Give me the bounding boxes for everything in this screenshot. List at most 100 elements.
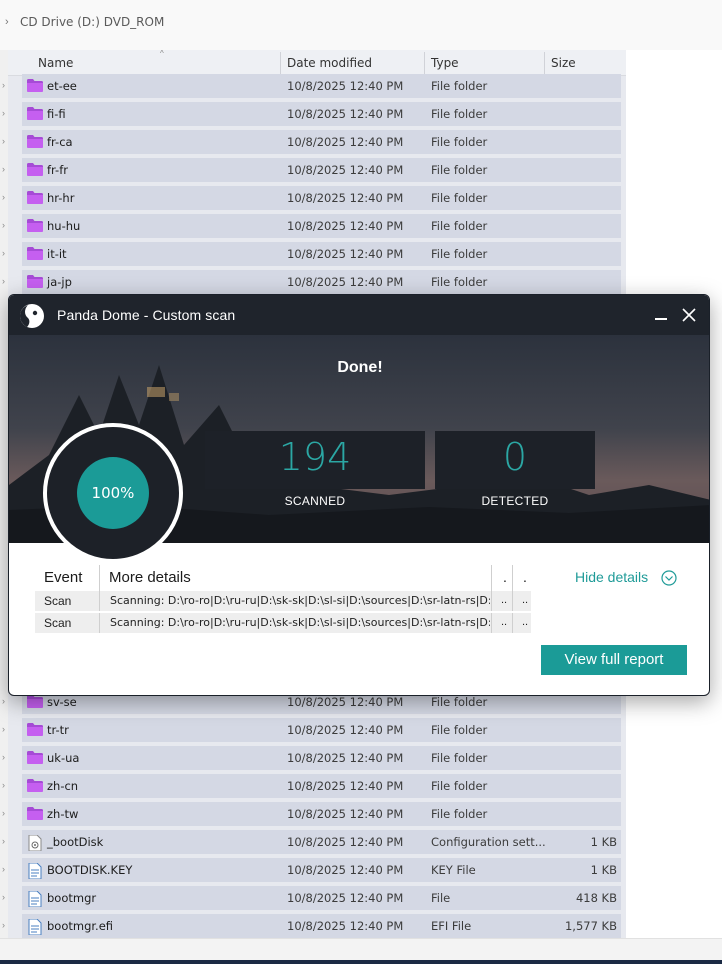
details-header-event: Event [44,569,83,586]
file-icon [27,890,43,908]
column-size[interactable]: Size [551,56,576,70]
file-size: 1 KB [590,835,617,849]
details-column-divider [512,591,513,611]
file-type: File [431,891,451,905]
file-row[interactable]: zh-cn 10/8/2025 12:40 PM File folder [22,774,621,798]
expand-chevron-icon[interactable]: › [2,892,5,902]
details-column-divider[interactable] [491,565,492,593]
details-row[interactable]: Scan Scanning: D:\ro-ro|D:\ru-ru|D:\sk-s… [35,613,531,633]
file-row[interactable]: uk-ua 10/8/2025 12:40 PM File folder [22,746,621,770]
details-column-divider[interactable] [512,565,513,593]
folder-icon [27,107,43,120]
column-name[interactable]: Name [38,56,73,70]
column-date-modified[interactable]: Date modified [287,56,372,70]
file-row[interactable]: _bootDisk 10/8/2025 12:40 PM Configuration… [22,830,621,854]
file-row[interactable]: tr-tr 10/8/2025 12:40 PM File folder [22,718,621,742]
file-type: File folder [431,695,488,709]
details-column-divider [512,613,513,633]
expand-chevron-icon[interactable]: › [2,108,5,118]
folder-icon [27,135,43,148]
details-header-more: More details [109,569,191,586]
expand-chevron-icon[interactable]: › [2,248,5,258]
file-type: File folder [431,191,488,205]
view-full-report-button[interactable]: View full report [541,645,687,675]
file-row[interactable]: bootmgr 10/8/2025 12:40 PM File 418 KB [22,886,621,910]
file-size: 1,577 KB [564,919,617,933]
file-name: bootmgr [47,891,97,905]
expand-chevron-icon[interactable]: › [2,920,5,930]
file-date: 10/8/2025 12:40 PM [287,863,404,877]
details-header-col4: . [523,569,527,585]
file-type: File folder [431,751,488,765]
column-divider[interactable] [424,52,425,76]
file-date: 10/8/2025 12:40 PM [287,163,404,177]
file-row[interactable]: et-ee 10/8/2025 12:40 PM File folder [22,74,621,98]
close-icon[interactable] [679,305,699,325]
expand-chevron-icon[interactable]: › [2,164,5,174]
file-row[interactable]: fi-fi 10/8/2025 12:40 PM File folder [22,102,621,126]
file-row[interactable]: BOOTDISK.KEY 10/8/2025 12:40 PM KEY File 1 … [22,858,621,882]
expand-chevron-icon[interactable]: › [2,780,5,790]
file-name: et-ee [47,79,77,93]
column-type[interactable]: Type [431,56,459,70]
column-divider[interactable] [280,52,281,76]
hide-details-link[interactable]: Hide details [575,569,648,585]
folder-icon [27,779,43,792]
expand-chevron-icon[interactable]: › [2,192,5,202]
file-type: File folder [431,219,488,233]
progress-indicator: 100% [77,457,149,529]
file-row[interactable]: bootmgr.efi 10/8/2025 12:40 PM EFI File 1,5… [22,914,621,938]
column-divider[interactable] [544,52,545,76]
expand-chevron-icon[interactable]: › [2,808,5,818]
expand-chevron-icon[interactable]: › [2,136,5,146]
file-type: File folder [431,275,488,289]
expand-chevron-icon[interactable]: › [2,220,5,230]
expand-chevron-icon[interactable]: › [2,836,5,846]
file-type: File folder [431,107,488,121]
folder-icon [27,695,43,708]
file-name: sv-se [47,695,77,709]
file-row[interactable]: fr-fr 10/8/2025 12:40 PM File folder [22,158,621,182]
file-row[interactable]: ja-jp 10/8/2025 12:40 PM File folder [22,270,621,294]
folder-icon [27,751,43,764]
file-row[interactable]: it-it 10/8/2025 12:40 PM File folder [22,242,621,266]
file-type: EFI File [431,919,472,933]
title-bar[interactable]: Panda Dome - Custom scan [9,295,709,335]
file-type: File folder [431,723,488,737]
breadcrumb: CD Drive (D:) DVD_ROM [20,15,165,29]
file-type: File folder [431,807,488,821]
details-column-divider [99,591,100,611]
details-row[interactable]: Scan Scanning: D:\ro-ro|D:\ru-ru|D:\sk-s… [35,591,531,611]
file-row[interactable]: zh-tw 10/8/2025 12:40 PM File folder [22,802,621,826]
details-column-divider [491,591,492,611]
file-row[interactable]: fr-ca 10/8/2025 12:40 PM File folder [22,130,621,154]
file-name: zh-tw [47,807,79,821]
file-row[interactable]: hu-hu 10/8/2025 12:40 PM File folder [22,214,621,238]
file-row[interactable]: hr-hr 10/8/2025 12:40 PM File folder [22,186,621,210]
expand-chevron-icon[interactable]: › [2,864,5,874]
folder-icon [27,219,43,232]
minimize-button[interactable] [651,305,671,325]
progress-ring: 100% [43,423,183,563]
expand-chevron-icon[interactable]: › [2,80,5,90]
folder-icon [27,163,43,176]
folder-icon [27,247,43,260]
file-name: fr-fr [47,163,68,177]
expand-chevron-icon[interactable]: › [2,724,5,734]
detected-count: 0 [502,435,528,479]
folder-icon [27,723,43,736]
expand-chevron-icon[interactable]: › [2,752,5,762]
chevron-down-circle-icon[interactable] [661,570,677,586]
file-size: 418 KB [575,891,617,905]
address-bar[interactable]: › CD Drive (D:) DVD_ROM [0,0,722,50]
expand-chevron-icon[interactable]: › [2,696,5,706]
details-text: Scanning: D:\ro-ro|D:\ru-ru|D:\sk-sk|D:\… [110,594,490,607]
file-date: 10/8/2025 12:40 PM [287,919,404,933]
file-date: 10/8/2025 12:40 PM [287,79,404,93]
expand-chevron-icon[interactable]: › [2,276,5,286]
file-name: hr-hr [47,191,75,205]
file-date: 10/8/2025 12:40 PM [287,135,404,149]
file-type: File folder [431,163,488,177]
details-event: Scan [44,616,72,630]
details-column-divider[interactable] [99,565,100,593]
